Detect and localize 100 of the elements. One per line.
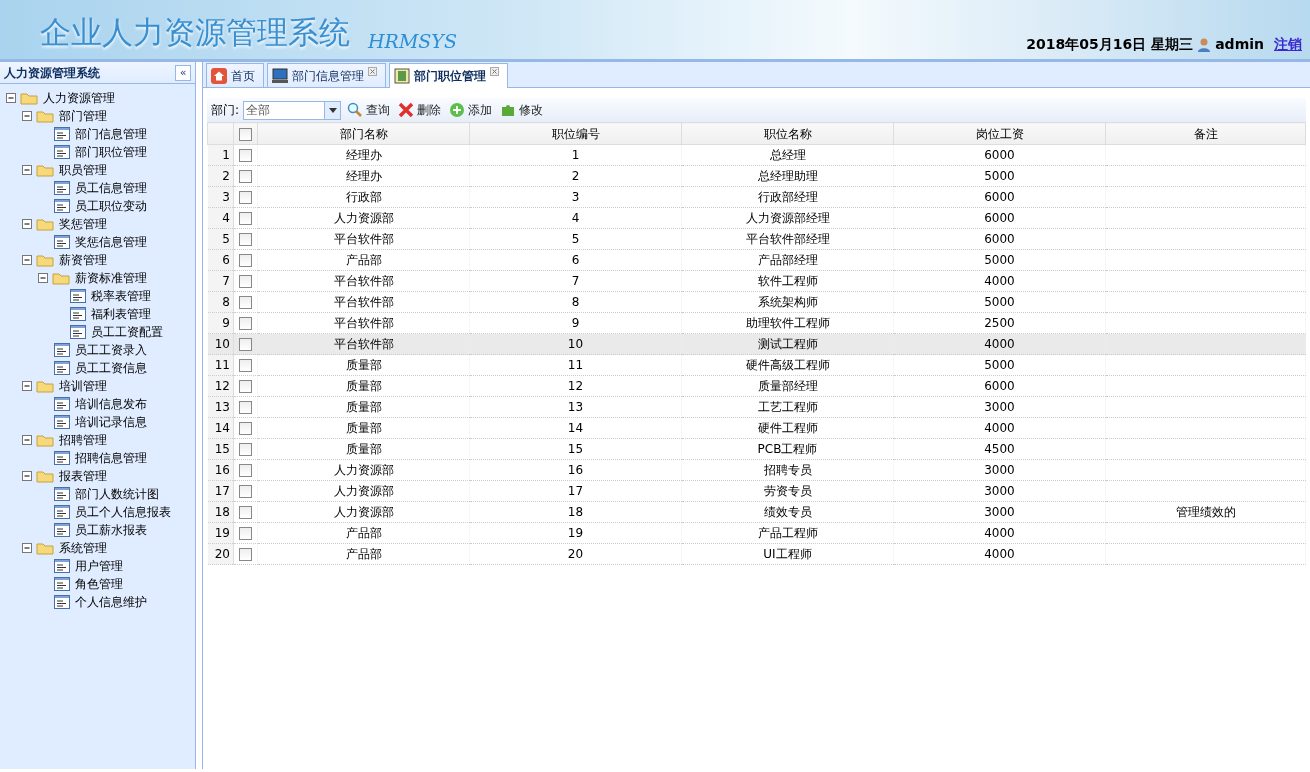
row-checkbox[interactable] [239, 233, 252, 246]
tree-item[interactable]: 员工职位变动 [73, 197, 149, 215]
tree-item[interactable]: 培训信息发布 [73, 395, 149, 413]
row-checkbox[interactable] [239, 506, 252, 519]
row-checkbox[interactable] [239, 317, 252, 330]
row-checkbox[interactable] [239, 464, 252, 477]
row-checkbox[interactable] [239, 170, 252, 183]
tree-item[interactable]: 奖惩信息管理 [73, 233, 149, 251]
tree-item[interactable]: 员工薪水报表 [73, 521, 149, 539]
collapse-toggle-icon[interactable] [22, 110, 33, 122]
column-header[interactable]: 岗位工资 [893, 122, 1106, 145]
tree-item[interactable]: 部门职位管理 [73, 143, 149, 161]
tree-item[interactable]: 部门人数统计图 [73, 485, 161, 503]
tree-item[interactable]: 系统管理 [57, 539, 109, 557]
row-number: 4 [207, 207, 234, 229]
tree-item[interactable]: 员工个人信息报表 [73, 503, 173, 521]
select-all-checkbox[interactable] [239, 127, 252, 141]
tree-item[interactable]: 报表管理 [57, 467, 109, 485]
tree-item[interactable]: 部门管理 [57, 107, 109, 125]
tab[interactable]: 首页 [206, 63, 264, 87]
table-cell: 6000 [984, 232, 1015, 246]
tree-item[interactable]: 职员管理 [57, 161, 109, 179]
row-checkbox[interactable] [239, 485, 252, 498]
edit-button[interactable]: 修改 [498, 101, 546, 119]
tree-item[interactable]: 薪资管理 [57, 251, 109, 269]
table-cell: 6000 [984, 379, 1015, 393]
tree-item[interactable]: 培训管理 [57, 377, 109, 395]
collapse-button[interactable]: « [175, 64, 191, 81]
document-icon [54, 361, 70, 375]
row-checkbox[interactable] [239, 527, 252, 540]
document-icon [70, 289, 86, 303]
close-icon[interactable] [368, 67, 377, 76]
row-checkbox[interactable] [239, 443, 252, 456]
collapse-toggle-icon[interactable] [22, 470, 33, 482]
filter-label: 部门: [211, 102, 240, 119]
row-checkbox[interactable] [239, 422, 252, 435]
row-checkbox[interactable] [239, 296, 252, 309]
column-header[interactable]: 部门名称 [257, 122, 470, 145]
column-header[interactable]: 备注 [1105, 122, 1306, 145]
table-cell: 产品部经理 [757, 253, 818, 267]
row-number: 20 [207, 543, 234, 565]
row-checkbox[interactable] [239, 359, 252, 372]
tree-item[interactable]: 招聘管理 [57, 431, 109, 449]
row-checkbox[interactable] [239, 275, 252, 288]
row-checkbox[interactable] [239, 338, 252, 351]
table-cell: 15 [567, 442, 584, 456]
tree-item[interactable]: 个人信息维护 [73, 593, 149, 611]
collapse-toggle-icon[interactable] [22, 254, 33, 266]
row-checkbox[interactable] [239, 401, 252, 414]
row-checkbox[interactable] [239, 191, 252, 204]
tree-item[interactable]: 员工工资录入 [73, 341, 149, 359]
table-cell: 测试工程师 [757, 337, 818, 351]
collapse-toggle-icon[interactable] [6, 92, 17, 104]
collapse-toggle-icon[interactable] [22, 434, 33, 446]
tree-item[interactable]: 税率表管理 [89, 287, 153, 305]
tree-item[interactable]: 角色管理 [73, 575, 125, 593]
tree-item[interactable]: 薪资标准管理 [73, 269, 149, 287]
collapse-toggle-icon[interactable] [22, 542, 33, 554]
tree-item[interactable]: 员工信息管理 [73, 179, 149, 197]
logout-link[interactable]: 注销 [1274, 34, 1302, 55]
row-checkbox[interactable] [239, 548, 252, 561]
delete-button[interactable]: 删除 [396, 101, 444, 119]
table-cell: 总经理 [769, 148, 806, 162]
table-cell: 平台软件部 [333, 316, 394, 330]
collapse-toggle-icon[interactable] [22, 164, 33, 176]
folder-icon [36, 109, 54, 123]
collapse-toggle-icon[interactable] [22, 218, 33, 230]
tree-item[interactable]: 员工工资配置 [89, 323, 165, 341]
row-number: 13 [207, 396, 234, 418]
table-cell: 产品部 [345, 547, 382, 561]
table-cell: 3 [571, 190, 580, 204]
tree-item[interactable]: 奖惩管理 [57, 215, 109, 233]
tree-item[interactable]: 培训记录信息 [73, 413, 149, 431]
tree-item[interactable]: 用户管理 [73, 557, 125, 575]
column-header[interactable]: 职位编号 [469, 122, 682, 145]
close-icon[interactable] [490, 67, 499, 76]
table-cell: 6000 [984, 148, 1015, 162]
collapse-toggle-icon[interactable] [38, 272, 49, 284]
table-cell: 18 [567, 505, 584, 519]
row-checkbox[interactable] [239, 212, 252, 225]
folder-icon [36, 541, 54, 555]
column-header[interactable]: 职位名称 [681, 122, 894, 145]
row-checkbox[interactable] [239, 149, 252, 162]
tree-item[interactable]: 招聘信息管理 [73, 449, 149, 467]
table-cell: 人力资源部 [333, 505, 394, 519]
add-button[interactable]: 添加 [447, 101, 495, 119]
row-checkbox[interactable] [239, 380, 252, 393]
tab[interactable]: 部门职位管理 [389, 63, 508, 88]
row-number: 2 [207, 165, 234, 187]
tree-item[interactable]: 福利表管理 [89, 305, 153, 323]
tree-item[interactable]: 人力资源管理 [41, 89, 117, 107]
department-select[interactable]: 全部 [243, 100, 342, 120]
tree-item[interactable]: 员工工资信息 [73, 359, 149, 377]
row-checkbox[interactable] [239, 254, 252, 267]
tab[interactable]: 部门信息管理 [267, 63, 386, 87]
row-number: 19 [207, 522, 234, 544]
search-button[interactable]: 查询 [345, 101, 393, 119]
table-cell: 系统架构师 [757, 295, 818, 309]
collapse-toggle-icon[interactable] [22, 380, 33, 392]
tree-item[interactable]: 部门信息管理 [73, 125, 149, 143]
